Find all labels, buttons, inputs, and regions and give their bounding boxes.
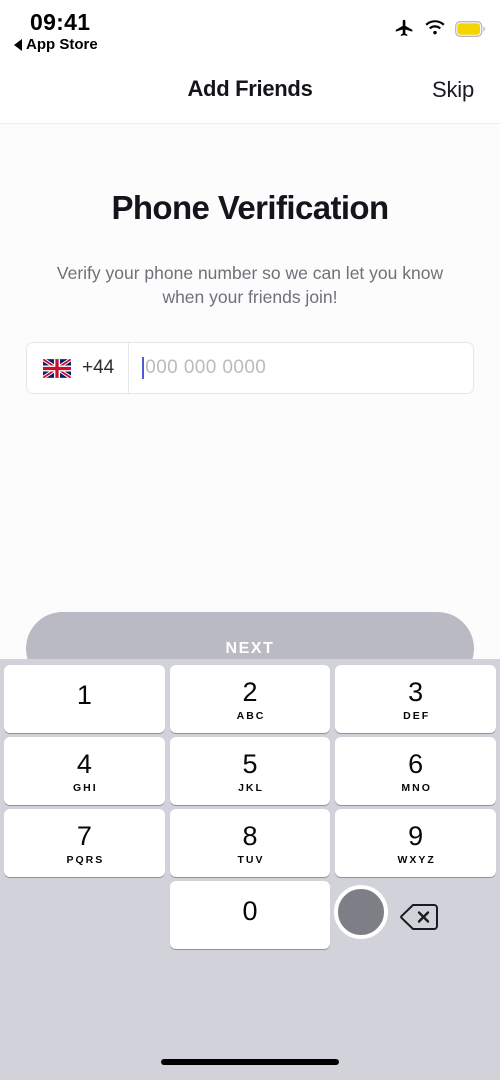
key-letters: ABC [236, 710, 266, 722]
nav-bar: Add Friends Skip [0, 62, 500, 124]
key-letters: JKL [238, 782, 264, 794]
keypad-row: 0 [0, 881, 500, 949]
home-bar-indicator[interactable] [161, 1059, 339, 1065]
key-digit: 2 [242, 677, 258, 707]
numeric-keypad: 1 2 ABC 3 DEF 4 GHI 5 JKL 6 MNO 7 PQRS 8… [0, 659, 500, 1044]
triangle-left-icon [14, 38, 22, 51]
key-6[interactable]: 6 MNO [335, 737, 497, 805]
phone-screen: 09:41 App Store Add Friends Skip Phone V… [0, 0, 500, 1080]
country-code-label: +44 [82, 357, 115, 378]
text-caret [142, 357, 145, 379]
keypad-spacer-left [4, 881, 165, 949]
country-code-selector[interactable]: +44 [27, 343, 130, 393]
key-digit: 6 [408, 749, 424, 779]
key-3[interactable]: 3 DEF [335, 665, 497, 733]
tap-indicator-dot [334, 885, 388, 939]
back-to-app-store-button[interactable]: App Store [14, 36, 98, 53]
phone-number-placeholder: 000 000 0000 [145, 357, 267, 378]
main-content: Phone Verification Verify your phone num… [0, 124, 500, 685]
key-0[interactable]: 0 [169, 881, 331, 949]
keypad-row: 4 GHI 5 JKL 6 MNO [0, 737, 500, 805]
back-label: App Store [26, 36, 98, 53]
status-bar-indicators [394, 18, 486, 39]
key-digit: 9 [408, 821, 424, 851]
keypad-row: 1 2 ABC 3 DEF [0, 665, 500, 733]
uk-flag-icon [43, 358, 71, 378]
subtitle: Verify your phone number so we can let y… [56, 263, 444, 307]
key-7[interactable]: 7 PQRS [4, 809, 165, 877]
key-digit: 3 [408, 677, 424, 707]
battery-icon [455, 20, 486, 37]
headline: Phone Verification [111, 189, 389, 226]
wifi-icon [424, 20, 446, 37]
next-button-label: NEXT [225, 639, 275, 657]
key-digit: 0 [242, 895, 258, 926]
key-letters: TUV [237, 854, 265, 866]
backspace-delete-icon[interactable] [400, 903, 438, 931]
status-bar-time: 09:41 [30, 9, 91, 35]
key-letters: WXYZ [397, 854, 436, 866]
phone-number-input-row[interactable]: +44 000 000 0000 [26, 342, 474, 394]
key-digit: 8 [242, 821, 258, 851]
home-indicator-area [0, 1044, 500, 1080]
key-8[interactable]: 8 TUV [169, 809, 331, 877]
key-letters: GHI [73, 782, 98, 794]
key-digit: 4 [76, 749, 92, 779]
phone-number-field[interactable]: 000 000 0000 [129, 343, 473, 393]
skip-button[interactable]: Skip [432, 77, 474, 103]
key-4[interactable]: 4 GHI [4, 737, 165, 805]
key-digit: 1 [76, 679, 92, 710]
airplane-mode-icon [394, 18, 415, 39]
key-digit: 7 [76, 821, 92, 851]
page-title: Add Friends [187, 76, 313, 101]
key-1[interactable]: 1 [4, 665, 165, 733]
key-2[interactable]: 2 ABC [169, 665, 331, 733]
status-bar: 09:41 App Store [0, 0, 500, 62]
key-letters: PQRS [66, 854, 105, 866]
keypad-row: 7 PQRS 8 TUV 9 WXYZ [0, 809, 500, 877]
key-letters: DEF [403, 710, 431, 722]
key-9[interactable]: 9 WXYZ [335, 809, 497, 877]
key-5[interactable]: 5 JKL [169, 737, 331, 805]
key-digit: 5 [242, 749, 258, 779]
key-letters: MNO [401, 782, 432, 794]
